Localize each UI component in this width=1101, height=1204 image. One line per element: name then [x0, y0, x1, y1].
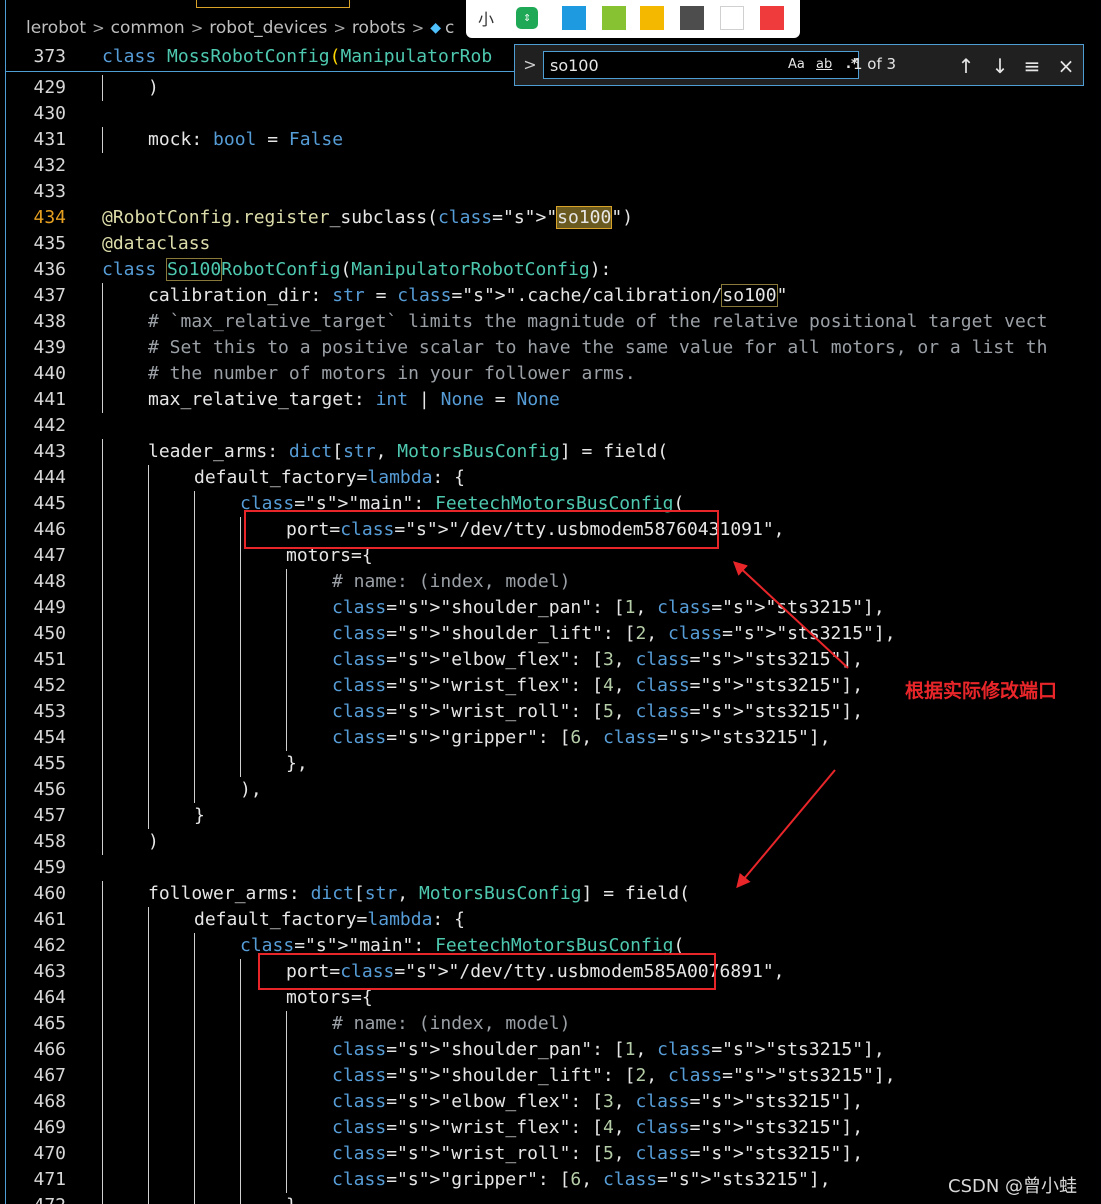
- annotation-text: 根据实际修改端口: [905, 680, 1058, 702]
- arrow-to-follower-port: [736, 769, 836, 889]
- arrow-to-leader-port: [732, 561, 849, 669]
- watermark: CSDN @曾小蛙: [948, 1176, 1078, 1197]
- editor-window: lerobot > common > robot_devices > robot…: [0, 0, 1101, 1204]
- annotation-arrows: [732, 561, 849, 889]
